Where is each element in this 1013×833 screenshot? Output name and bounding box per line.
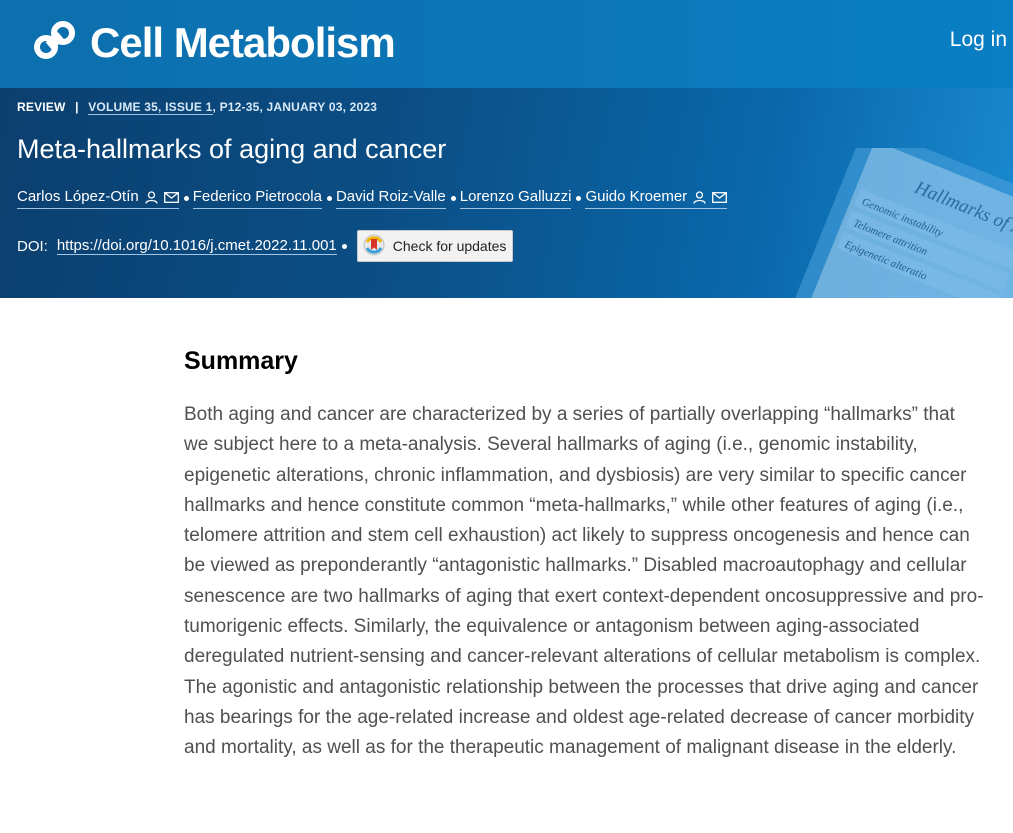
person-icon [145,190,158,204]
author-list: Carlos López-Otín Federico Pietrocola Da… [17,187,728,209]
check-for-updates-button[interactable]: Check for updates [356,230,514,262]
author-link[interactable]: David Roiz-Valle [335,187,446,209]
person-icon [693,190,706,204]
article-type: REVIEW [17,100,66,114]
article-hero: Hallmarks of Aging Genomic instability T… [0,88,1013,298]
author-name: Guido Kroemer [585,188,688,205]
author-name: Lorenzo Galluzzi [459,188,572,205]
summary-text: Both aging and cancer are characterized … [184,404,984,759]
separator-dot [183,195,189,201]
author-name: Federico Pietrocola [192,188,322,205]
article-title: Meta-hallmarks of aging and cancer [17,134,447,164]
cell-metabolism-logo-link[interactable]: Cell Metabolism [34,18,396,68]
site-header: Cell Metabolism Log in [0,0,1013,88]
crossmark-icon [363,234,385,259]
pages-date: , P12-35, JANUARY 03, 2023 [212,100,378,114]
summary-heading: Summary [184,347,298,375]
author-link[interactable]: Lorenzo Galluzzi [459,187,572,209]
email-icon [163,191,179,203]
login-link[interactable]: Log in [950,26,1007,54]
author-name: Carlos López-Otín [17,188,139,205]
article-meta: REVIEW | VOLUME 35, ISSUE 1, P12-35, JAN… [17,100,378,115]
hallmarks-of-aging-cover-image: Hallmarks of Aging Genomic instability T… [780,148,1013,298]
author-link[interactable]: Guido Kroemer [585,187,728,209]
author-link[interactable]: Carlos López-Otín [17,187,179,209]
separator-dot [576,195,582,201]
volume-issue-link[interactable]: VOLUME 35, ISSUE 1 [88,100,213,115]
doi-label: DOI: [17,237,48,255]
check-for-updates-label: Check for updates [392,238,507,254]
separator-dot [450,195,456,201]
email-icon [712,191,728,203]
meta-separator: | [75,100,79,114]
doi-row: DOI: https://doi.org/10.1016/j.cmet.2022… [17,230,514,262]
separator-dot [326,195,332,201]
journal-name: Cell Metabolism [90,19,396,66]
doi-link[interactable]: https://doi.org/10.1016/j.cmet.2022.11.0… [56,237,337,255]
author-name: David Roiz-Valle [335,188,446,205]
cell-press-logo-icon [34,20,76,66]
separator-dot [341,243,347,249]
author-link[interactable]: Federico Pietrocola [192,187,322,209]
